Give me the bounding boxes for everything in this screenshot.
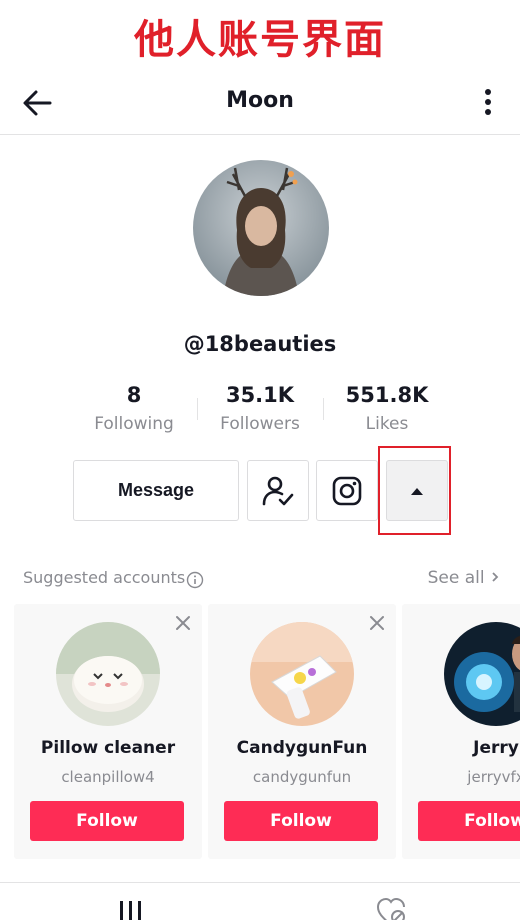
account-handle: candygunfun <box>252 768 352 786</box>
grid-icon[interactable] <box>116 897 146 920</box>
stat-likes[interactable]: 551.8K Likes <box>322 380 452 438</box>
see-all-link[interactable]: See all <box>428 568 500 588</box>
profile-avatar[interactable] <box>193 160 329 296</box>
profile-stats: 8 Following 35.1K Followers 551.8K Likes <box>0 380 520 440</box>
account-handle: cleanpillow4 <box>61 768 155 786</box>
message-button[interactable]: Message <box>73 460 239 521</box>
hidden-heart-icon[interactable] <box>376 897 406 920</box>
suggested-account-card[interactable]: Jerry jerryvfx Follow <box>402 604 520 859</box>
account-handle: jerryvfx <box>467 768 520 786</box>
stat-value: 551.8K <box>345 383 429 407</box>
suggested-account-card[interactable]: Pillow cleaner cleanpillow4 Follow <box>14 604 202 859</box>
stat-label: Following <box>94 414 174 434</box>
account-avatar[interactable] <box>56 622 160 726</box>
suggested-title: Suggested accounts <box>23 568 186 587</box>
profile-tab-bar <box>0 882 520 920</box>
suggested-accounts-header: Suggested accounts See all <box>23 566 500 594</box>
chevron-right-icon <box>492 572 499 582</box>
instagram-button[interactable] <box>316 460 378 521</box>
account-name: CandygunFun <box>236 738 368 758</box>
highlight-box <box>378 446 451 535</box>
profile-actions: Message <box>0 446 520 535</box>
follow-button[interactable]: Follow <box>30 801 184 841</box>
suggested-accounts-list: Pillow cleaner cleanpillow4 Follow Candy… <box>0 604 520 860</box>
stat-following[interactable]: 8 Following <box>69 380 199 438</box>
profile-title: Moon <box>226 88 294 113</box>
follow-button[interactable]: Follow <box>224 801 378 841</box>
stat-label: Followers <box>220 414 300 434</box>
see-all-label: See all <box>427 568 485 588</box>
follow-button[interactable]: Follow <box>418 801 520 841</box>
account-avatar[interactable] <box>444 622 520 726</box>
friend-status-button[interactable] <box>247 460 309 521</box>
stat-followers[interactable]: 35.1K Followers <box>195 380 325 438</box>
user-check-icon <box>262 476 294 505</box>
navigation-bar: Moon <box>0 72 520 135</box>
info-icon[interactable] <box>186 571 204 589</box>
account-name: Jerry <box>473 738 519 758</box>
close-icon[interactable] <box>368 614 386 632</box>
instagram-icon <box>332 476 362 505</box>
stat-value: 35.1K <box>225 383 295 407</box>
stat-label: Likes <box>365 414 409 434</box>
close-icon[interactable] <box>174 614 192 632</box>
account-avatar[interactable] <box>250 622 354 726</box>
suggested-account-card[interactable]: CandygunFun candygunfun Follow <box>208 604 396 859</box>
stat-value: 8 <box>126 383 142 407</box>
banner-title: 他人账号界面 <box>134 17 386 63</box>
more-vertical-icon[interactable] <box>478 84 498 120</box>
username: @18beauties <box>183 332 337 356</box>
account-name: Pillow cleaner <box>40 738 176 758</box>
